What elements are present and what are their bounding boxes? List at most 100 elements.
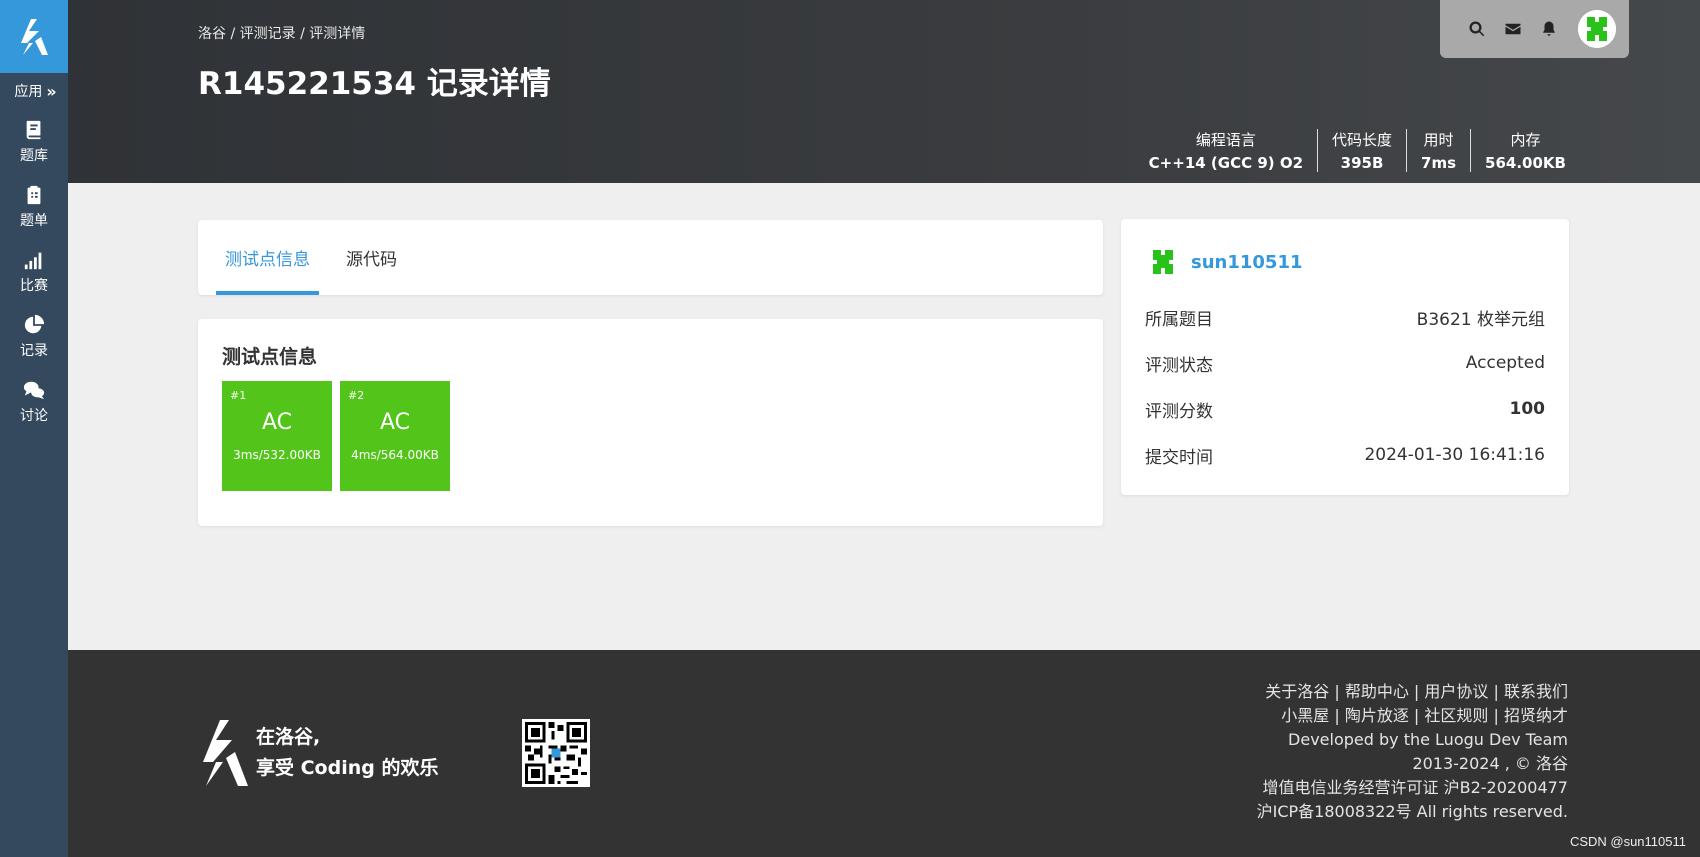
breadcrumb: 洛谷 / 评测记录 / 评测详情	[198, 23, 365, 43]
page-header: 洛谷 / 评测记录 / 评测详情 R145221534 记录详情 编程语言 C+…	[68, 0, 1700, 183]
pie-chart-icon	[24, 314, 45, 333]
slogan-line: 享受 Coding 的欢乐	[256, 757, 439, 779]
stat-value: 395B	[1340, 154, 1384, 172]
footer-link-terms[interactable]: 用户协议	[1424, 682, 1488, 701]
apps-menu-button[interactable]: 应用 ››	[0, 73, 68, 109]
record-stats: 编程语言 C++14 (GCC 9) O2 代码长度 395B 用时 7ms 内…	[1135, 129, 1580, 172]
stat-value: 7ms	[1421, 154, 1457, 172]
footer-separator: |	[1408, 682, 1425, 701]
dev-team-link[interactable]: Luogu Dev Team	[1435, 730, 1568, 749]
tab-bar: 测试点信息 源代码	[198, 220, 1103, 295]
record-info-panel: sun110511 所属题目 B3621 枚举元组 评测状态 Accepted …	[1121, 219, 1569, 495]
footer-links-row: 小黑屋 | 陶片放逐 | 社区规则 | 招贤纳才	[1257, 704, 1568, 728]
sidebar-item-problem-lists[interactable]: 题单	[0, 174, 68, 239]
breadcrumb-current[interactable]: 评测详情	[309, 26, 365, 42]
footer-developed: Developed by the Luogu Dev Team	[1257, 728, 1568, 752]
avatar[interactable]	[1145, 244, 1181, 280]
footer-separator: |	[1329, 706, 1345, 725]
page-footer: 在洛谷, 享受 Coding 的欢乐 关于洛谷 | 帮助中心 | 用户协议 | …	[68, 650, 1700, 857]
footer-link-contact[interactable]: 联系我们	[1504, 682, 1568, 701]
breadcrumb-separator: /	[226, 26, 240, 42]
submitter: sun110511	[1145, 244, 1545, 280]
footer-separator: |	[1408, 706, 1425, 725]
footer-link-rules[interactable]: 社区规则	[1424, 706, 1488, 725]
comments-icon	[23, 381, 45, 399]
status-value: Accepted	[1465, 353, 1545, 373]
sidebar-item-records[interactable]: 记录	[0, 304, 68, 369]
breadcrumb-separator: /	[295, 26, 310, 42]
footer-icp: 沪ICP备18008322号 All rights reserved.	[1256, 802, 1568, 821]
testcase-result: AC	[379, 410, 411, 435]
double-chevron-right-icon: ››	[46, 81, 56, 101]
footer-separator: |	[1329, 682, 1345, 701]
apps-label: 应用	[14, 84, 43, 100]
sidebar-item-label: 题库	[20, 147, 48, 164]
testcase-tile[interactable]: #1 AC 3ms/532.00KB	[222, 381, 332, 491]
testcase-panel: 测试点信息 #1 AC 3ms/532.00KB #2 AC 4ms/564.0…	[198, 319, 1103, 526]
luogu-logo-icon	[21, 18, 48, 55]
page-title: R145221534 记录详情	[198, 66, 551, 102]
tab-source-code[interactable]: 源代码	[337, 220, 406, 295]
sidebar-item-label: 题单	[20, 212, 48, 229]
info-label: 提交时间	[1145, 447, 1213, 468]
search-icon[interactable]	[1468, 20, 1486, 38]
info-label: 评测分数	[1145, 401, 1213, 422]
stat-memory: 内存 564.00KB	[1470, 129, 1580, 172]
breadcrumb-home[interactable]: 洛谷	[198, 26, 226, 42]
bell-icon[interactable]	[1540, 20, 1558, 38]
testcase-meta: 3ms/532.00KB	[233, 448, 321, 462]
stat-time: 用时 7ms	[1406, 129, 1470, 172]
sidebar-item-label: 比赛	[20, 277, 48, 294]
developed-prefix: Developed by the	[1288, 730, 1436, 749]
footer-link-about[interactable]: 关于洛谷	[1265, 682, 1329, 701]
footer-separator: |	[1488, 682, 1504, 701]
stat-label: 代码长度	[1332, 131, 1393, 149]
footer-link-jobs[interactable]: 招贤纳才	[1504, 706, 1568, 725]
submit-time-value: 2024-01-30 16:41:16	[1364, 445, 1545, 465]
slogan-line: 在洛谷,	[256, 726, 321, 748]
footer-links-row: 关于洛谷 | 帮助中心 | 用户协议 | 联系我们	[1257, 680, 1568, 704]
footer-slogan: 在洛谷, 享受 Coding 的欢乐	[256, 722, 438, 784]
testcase-number: #1	[230, 389, 247, 402]
info-row-status: 评测状态 Accepted	[1145, 340, 1545, 386]
stat-label: 编程语言	[1195, 131, 1256, 149]
footer-copyright: 2013-2024 , © 洛谷	[1412, 754, 1568, 773]
info-label: 所属题目	[1145, 309, 1213, 330]
testcase-meta: 4ms/564.00KB	[351, 448, 439, 462]
testcase-number: #2	[348, 389, 365, 402]
testcase-tile[interactable]: #2 AC 4ms/564.00KB	[340, 381, 450, 491]
sidebar-item-discuss[interactable]: 讨论	[0, 369, 68, 434]
stat-label: 内存	[1510, 131, 1541, 149]
problem-link[interactable]: B3621 枚举元组	[1417, 305, 1545, 330]
stat-value: 564.00KB	[1485, 154, 1566, 172]
footer-link-blackroom[interactable]: 小黑屋	[1281, 706, 1329, 725]
footer-link-help[interactable]: 帮助中心	[1345, 682, 1409, 701]
testcase-result: AC	[261, 410, 293, 435]
sidebar-item-contests[interactable]: 比赛	[0, 239, 68, 304]
footer-license: 增值电信业务经营许可证 沪B2-20200477	[1262, 778, 1568, 797]
username-link[interactable]: sun110511	[1191, 252, 1303, 273]
sidebar-item-problems[interactable]: 题库	[0, 109, 68, 174]
luogu-logo[interactable]	[0, 0, 68, 73]
user-toolbar	[1440, 0, 1629, 58]
info-row-problem: 所属题目 B3621 枚举元组	[1145, 294, 1545, 340]
tab-testcase-info[interactable]: 测试点信息	[216, 220, 319, 295]
qr-code	[522, 719, 590, 787]
score-value: 100	[1509, 399, 1546, 419]
testcase-heading: 测试点信息	[222, 346, 318, 368]
envelope-icon[interactable]	[1504, 20, 1522, 38]
sidebar-item-label: 记录	[20, 342, 48, 359]
info-label: 评测状态	[1145, 355, 1213, 376]
avatar[interactable]	[1578, 10, 1616, 48]
breadcrumb-records[interactable]: 评测记录	[240, 26, 296, 42]
luogu-footer-logo-icon	[203, 720, 248, 786]
footer-link-ostracism[interactable]: 陶片放逐	[1345, 706, 1409, 725]
csdn-watermark: CSDN @sun110511	[1569, 834, 1686, 849]
clipboard-icon	[27, 185, 41, 204]
stat-value: C++14 (GCC 9) O2	[1148, 154, 1304, 172]
footer-links: 关于洛谷 | 帮助中心 | 用户协议 | 联系我们 小黑屋 | 陶片放逐 | 社…	[1257, 680, 1568, 824]
info-row-submit-time: 提交时间 2024-01-30 16:41:16	[1145, 432, 1545, 478]
sidebar-item-label: 讨论	[20, 407, 48, 424]
stat-language: 编程语言 C++14 (GCC 9) O2	[1135, 129, 1317, 172]
signal-bars-icon	[24, 252, 42, 269]
